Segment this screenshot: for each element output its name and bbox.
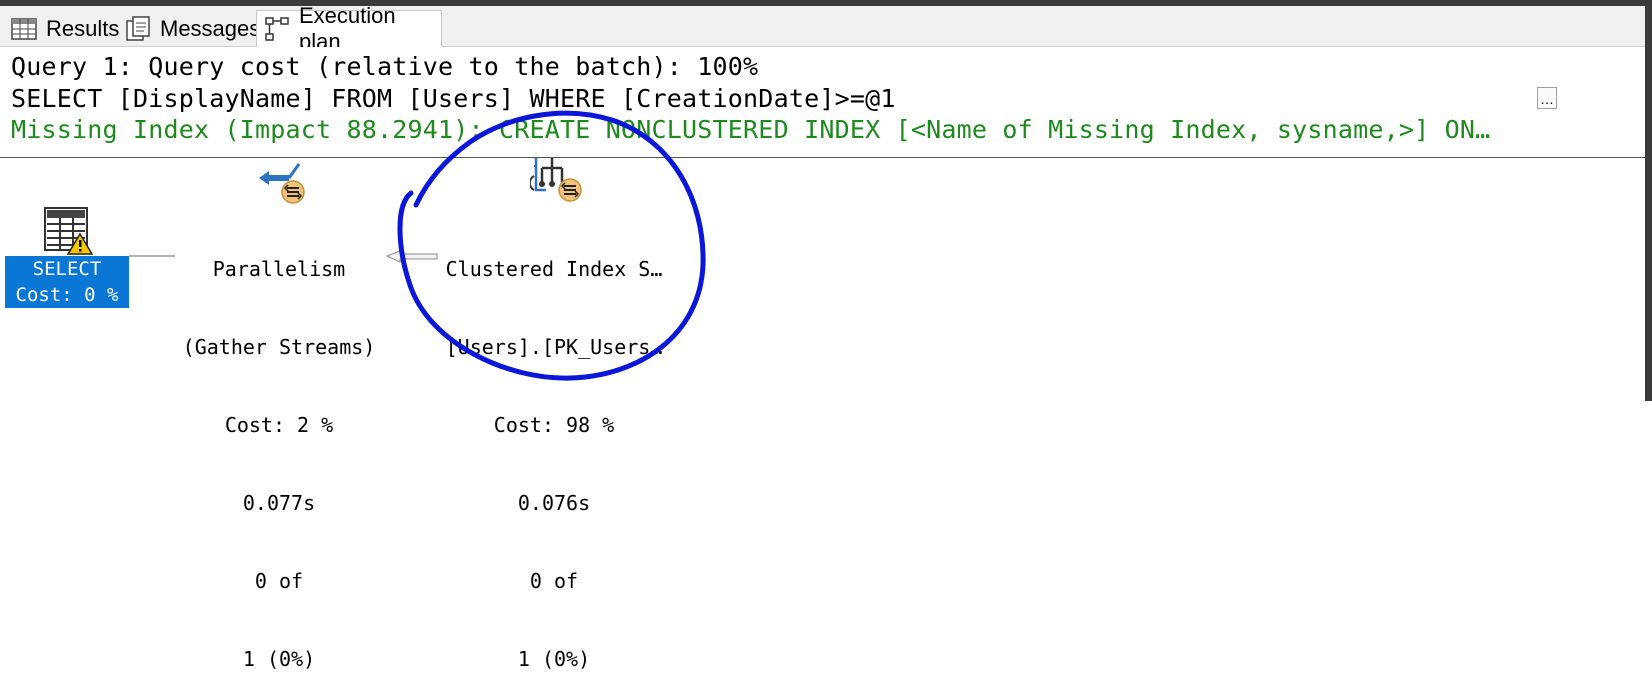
parallelism-node-rows-total: 1 (0%) bbox=[242, 647, 316, 671]
parallelism-node-time: 0.077s bbox=[242, 491, 316, 515]
clustered-node-sub: [Users].[PK_Users… bbox=[445, 335, 663, 359]
select-node-label: SELECT bbox=[32, 258, 102, 280]
clustered-node-rows-total: 1 (0%) bbox=[517, 647, 591, 671]
parallelism-node-cost: Cost: 2 % bbox=[224, 413, 334, 437]
select-node[interactable]: SELECT Cost: 0 % bbox=[5, 256, 129, 308]
parallelism-node-sub: (Gather Streams) bbox=[182, 335, 376, 359]
clustered-index-scan-icon bbox=[530, 158, 582, 202]
parallelism-node[interactable]: Parallelism (Gather Streams) Cost: 2 % 0… bbox=[170, 204, 388, 698]
select-node-cost: Cost: 0 % bbox=[15, 284, 119, 306]
select-grid-warning-icon bbox=[44, 207, 93, 255]
clustered-index-scan-node[interactable]: Clustered Index S… [Users].[PK_Users… Co… bbox=[438, 204, 670, 698]
parallelism-node-name: Parallelism bbox=[212, 257, 346, 281]
parallelism-scan-arrow bbox=[385, 250, 438, 263]
parallelism-node-rows: 0 of bbox=[254, 569, 304, 593]
parallelism-icon bbox=[259, 163, 305, 204]
clustered-node-cost: Cost: 98 % bbox=[493, 413, 615, 437]
clustered-node-rows: 0 of bbox=[529, 569, 579, 593]
clustered-node-name: Clustered Index S… bbox=[445, 257, 663, 281]
clustered-node-time: 0.076s bbox=[517, 491, 591, 515]
